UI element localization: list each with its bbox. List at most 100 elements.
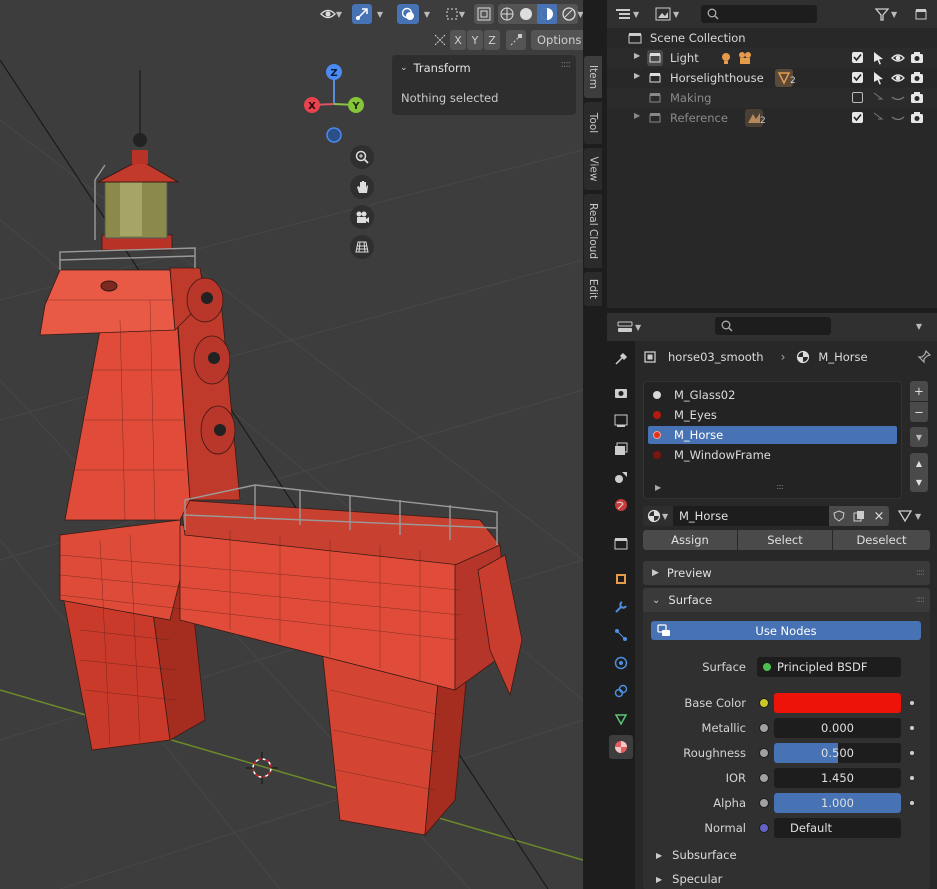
list-item-selected[interactable]: M_Horse xyxy=(648,426,897,444)
list-item[interactable]: M_Glass02 xyxy=(648,386,897,404)
outliner-row-reference[interactable]: ▶ Reference 2 xyxy=(607,108,937,128)
base-color-swatch[interactable] xyxy=(774,693,901,713)
tab-modifiers[interactable] xyxy=(609,595,633,619)
color-socket-icon[interactable] xyxy=(759,698,769,708)
browse-material-button[interactable]: ▼ xyxy=(643,506,673,526)
eye-closed-icon[interactable] xyxy=(891,111,905,125)
link-type-dropdown[interactable]: ▼ xyxy=(897,506,929,526)
select-mode-dropdown[interactable]: ▼ xyxy=(440,4,470,24)
new-collection-button[interactable] xyxy=(911,5,931,23)
preview-panel-header[interactable]: ▶ Preview :::: xyxy=(643,561,930,585)
eye-icon[interactable] xyxy=(891,71,905,85)
tab-tool[interactable] xyxy=(609,347,633,371)
properties-search-input[interactable] xyxy=(715,317,831,335)
drag-handle-icon[interactable]: :::: xyxy=(561,59,572,70)
surface-shader-field[interactable]: Principled BSDF xyxy=(757,657,901,677)
pan-button[interactable] xyxy=(350,175,374,199)
use-nodes-button[interactable]: Use Nodes xyxy=(651,621,921,640)
list-item[interactable]: M_WindowFrame xyxy=(648,446,897,464)
zoom-button[interactable] xyxy=(350,145,374,169)
float-socket-icon[interactable] xyxy=(759,748,769,758)
ior-field[interactable]: 1.450 xyxy=(774,768,901,788)
exclude-checkbox[interactable] xyxy=(852,72,863,83)
select-button[interactable]: Select xyxy=(738,530,832,550)
render-camera-icon[interactable] xyxy=(910,51,924,65)
tab-scene[interactable] xyxy=(609,465,633,489)
resize-handle-icon[interactable]: :::: xyxy=(776,482,784,491)
tab-edit[interactable]: Edit xyxy=(584,272,602,306)
eye-closed-icon[interactable] xyxy=(891,91,905,105)
float-socket-icon[interactable] xyxy=(759,773,769,783)
float-socket-icon[interactable] xyxy=(759,723,769,733)
selectable-icon[interactable] xyxy=(871,71,885,85)
keyframe-dot-icon[interactable] xyxy=(910,701,914,705)
surface-panel-header[interactable]: ⌄ Surface :::: xyxy=(643,588,930,612)
render-camera-icon[interactable] xyxy=(910,111,924,125)
filter-dropdown[interactable]: ▼ xyxy=(875,5,903,23)
expand-arrow-icon[interactable]: ▶ xyxy=(634,111,640,120)
assign-button[interactable]: Assign xyxy=(643,530,737,550)
tab-constraints[interactable] xyxy=(609,679,633,703)
filter-expand-icon[interactable]: ▶ xyxy=(655,483,661,492)
keyframe-dot-icon[interactable] xyxy=(910,776,914,780)
move-slot-up-button[interactable]: ▲ xyxy=(910,453,928,473)
roughness-slider[interactable]: 0.500 xyxy=(774,743,901,763)
remove-slot-button[interactable]: − xyxy=(910,402,928,422)
metallic-field[interactable]: 0.000 xyxy=(774,718,901,738)
list-item[interactable]: M_Eyes xyxy=(648,406,897,424)
tab-particles[interactable] xyxy=(609,623,633,647)
keyframe-dot-icon[interactable] xyxy=(910,751,914,755)
material-slots-list[interactable]: M_Glass02 M_Eyes M_Horse M_WindowFrame ▶… xyxy=(643,381,902,499)
subsurface-subpanel[interactable]: ▶ Subsurface xyxy=(651,845,921,865)
tab-object[interactable] xyxy=(609,567,633,591)
move-slot-down-button[interactable]: ▼ xyxy=(910,472,928,492)
material-name-field[interactable]: M_Horse xyxy=(673,506,829,526)
camera-view-button[interactable] xyxy=(350,205,374,229)
render-camera-icon[interactable] xyxy=(910,71,924,85)
axis-x-toggle[interactable]: X xyxy=(450,30,466,50)
tab-world[interactable] xyxy=(609,493,633,517)
visibility-dropdown[interactable]: ▼ xyxy=(314,4,348,24)
options-dropdown[interactable]: Options▼ xyxy=(531,30,583,50)
transform-panel-header[interactable]: ⌄ Transform xyxy=(400,61,471,75)
drag-handle-icon[interactable]: :::: xyxy=(916,568,925,578)
overlay-dropdown[interactable]: ▼ xyxy=(419,4,435,24)
vector-socket-icon[interactable] xyxy=(759,823,769,833)
alpha-slider[interactable]: 1.000 xyxy=(774,793,901,813)
mirror-toggle[interactable] xyxy=(431,30,449,50)
exclude-checkbox[interactable] xyxy=(852,92,863,103)
exclude-checkbox[interactable] xyxy=(852,52,863,63)
3d-viewport[interactable]: ▼ ▼ ▼ ▼ ▼ X Y Z Options▼ Z X Y xyxy=(0,0,583,889)
duplicate-material-button[interactable] xyxy=(849,506,869,526)
float-socket-icon[interactable] xyxy=(759,798,769,808)
tab-output[interactable] xyxy=(609,409,633,433)
unlink-material-button[interactable]: × xyxy=(869,506,889,526)
tab-material[interactable] xyxy=(609,735,633,759)
outliner-search-input[interactable] xyxy=(701,5,817,23)
drag-handle-icon[interactable]: :::: xyxy=(916,595,925,605)
options-dropdown[interactable]: ▼ xyxy=(909,317,929,335)
display-mode-dropdown[interactable]: ▼ xyxy=(655,5,689,23)
axis-z-toggle[interactable]: Z xyxy=(484,30,500,50)
normal-field[interactable]: Default xyxy=(774,818,901,838)
ortho-toggle-button[interactable] xyxy=(350,235,374,259)
overlay-toggle[interactable] xyxy=(397,4,419,24)
slot-specials-button[interactable]: ▼ xyxy=(910,427,928,447)
axis-y-toggle[interactable]: Y xyxy=(467,30,483,50)
tab-real-cloud[interactable]: Real Cloud xyxy=(584,194,602,268)
keyframe-dot-icon[interactable] xyxy=(910,726,914,730)
gizmo-dropdown[interactable]: ▼ xyxy=(372,4,388,24)
tab-data[interactable] xyxy=(609,707,633,731)
editor-type-dropdown[interactable]: ▼ xyxy=(615,5,647,23)
tab-view-layer[interactable] xyxy=(609,437,633,461)
selectable-icon[interactable] xyxy=(871,51,885,65)
outliner-row-light[interactable]: ▶ Light xyxy=(607,48,937,68)
rendered-shading-icon[interactable] xyxy=(562,7,576,21)
exclude-checkbox[interactable] xyxy=(852,112,863,123)
wireframe-shading-icon[interactable] xyxy=(500,7,514,21)
specular-subpanel[interactable]: ▶ Specular xyxy=(651,869,921,889)
eye-icon[interactable] xyxy=(891,51,905,65)
tab-tool[interactable]: Tool xyxy=(584,102,602,144)
xray-toggle[interactable] xyxy=(474,4,494,24)
snap-toggle[interactable] xyxy=(506,30,526,50)
